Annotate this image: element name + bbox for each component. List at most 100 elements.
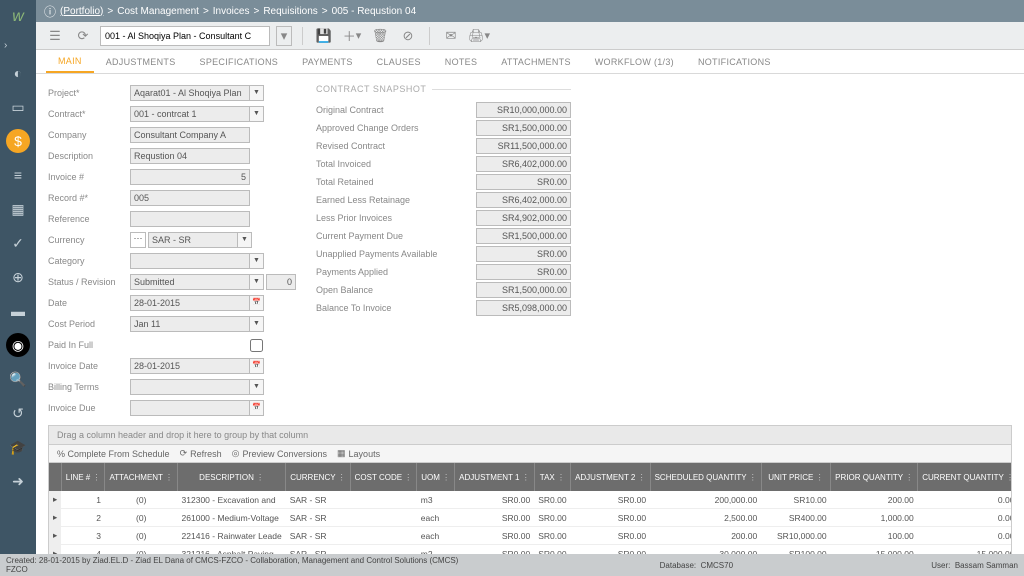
building-icon[interactable]: ▦ bbox=[6, 197, 30, 221]
table-row[interactable]: ▸2(0)261000 - Medium-VoltageSAR - SReach… bbox=[49, 509, 1011, 527]
field-input[interactable] bbox=[130, 358, 250, 374]
user-circle-icon[interactable]: ◉ bbox=[6, 333, 30, 357]
tab-attachments[interactable]: ATTACHMENTS bbox=[489, 50, 582, 73]
field-input[interactable] bbox=[130, 316, 250, 332]
tab-clauses[interactable]: CLAUSES bbox=[365, 50, 433, 73]
refresh-button[interactable]: ⟳ Refresh bbox=[180, 448, 222, 459]
checkbox[interactable] bbox=[250, 339, 263, 352]
col-header[interactable]: COST CODE ⋮ bbox=[350, 463, 417, 491]
pct-complete-button[interactable]: % Complete From Schedule bbox=[57, 449, 170, 459]
snapshot-total-invoiced: Total Invoiced bbox=[316, 155, 571, 173]
field-input[interactable] bbox=[148, 232, 238, 248]
field-input[interactable] bbox=[130, 127, 250, 143]
snapshot-label: Current Payment Due bbox=[316, 231, 476, 241]
check-icon[interactable]: ✓ bbox=[6, 231, 30, 255]
delete-icon[interactable]: 🗑 bbox=[369, 26, 391, 46]
academic-icon[interactable]: 🎓 bbox=[6, 435, 30, 459]
field-label: Project* bbox=[48, 88, 130, 98]
col-header[interactable]: PRIOR QUANTITY ⋮ bbox=[831, 463, 918, 491]
search-icon[interactable]: 🔍 bbox=[6, 367, 30, 391]
col-header[interactable]: UNIT PRICE ⋮ bbox=[761, 463, 830, 491]
field-label: Status / Revision bbox=[48, 277, 130, 287]
print-icon[interactable]: 🖨▾ bbox=[468, 26, 490, 46]
field-input[interactable] bbox=[130, 148, 250, 164]
field-label: Invoice Due bbox=[48, 403, 130, 413]
dropdown-icon[interactable]: ▼ bbox=[250, 106, 264, 122]
field-label: Company bbox=[48, 130, 130, 140]
col-header[interactable]: TAX ⋮ bbox=[534, 463, 570, 491]
cancel-icon[interactable]: ⊘ bbox=[397, 26, 419, 46]
briefcase-icon[interactable]: ▬ bbox=[6, 299, 30, 323]
field-input[interactable] bbox=[130, 400, 250, 416]
tab-payments[interactable]: PAYMENTS bbox=[290, 50, 365, 73]
preview-button[interactable]: ◎ Preview Conversions bbox=[232, 448, 327, 459]
col-header[interactable]: DESCRIPTION ⋮ bbox=[178, 463, 286, 491]
dropdown-icon[interactable]: ▼ bbox=[250, 85, 264, 101]
field-input[interactable] bbox=[130, 211, 250, 227]
col-header[interactable]: CURRENT QUANTITY ⋮ bbox=[918, 463, 1011, 491]
refresh-icon[interactable]: ⟳ bbox=[72, 26, 94, 46]
field-input[interactable] bbox=[130, 190, 250, 206]
tab-adjustments[interactable]: ADJUSTMENTS bbox=[94, 50, 188, 73]
menu-icon[interactable]: ☰ bbox=[44, 26, 66, 46]
field-reference: Reference bbox=[48, 210, 296, 228]
col-header[interactable]: ADJUSTMENT 1 ⋮ bbox=[455, 463, 535, 491]
calendar-icon[interactable]: 📅 bbox=[250, 358, 264, 374]
snapshot-label: Earned Less Retainage bbox=[316, 195, 476, 205]
calendar-icon[interactable]: 📅 bbox=[250, 295, 264, 311]
clipboard-icon[interactable]: ▭ bbox=[6, 95, 30, 119]
field-input[interactable] bbox=[130, 295, 250, 311]
field-invoice-: Invoice # bbox=[48, 168, 296, 186]
add-icon[interactable]: ＋▾ bbox=[341, 26, 363, 46]
list-icon[interactable]: ≡ bbox=[6, 163, 30, 187]
cost-icon[interactable]: $ bbox=[6, 129, 30, 153]
selector-dropdown-icon[interactable]: ▾ bbox=[276, 26, 292, 46]
lightbulb-icon[interactable]: ◐ bbox=[6, 61, 30, 85]
dropdown-icon[interactable]: ▼ bbox=[250, 379, 264, 395]
field-input[interactable] bbox=[130, 274, 250, 290]
record-selector[interactable] bbox=[100, 26, 270, 46]
layouts-button[interactable]: ▦ Layouts bbox=[337, 448, 380, 459]
field-input[interactable] bbox=[130, 379, 250, 395]
dropdown-icon[interactable]: ▼ bbox=[250, 253, 264, 269]
field-input[interactable] bbox=[130, 106, 250, 122]
dropdown-icon[interactable]: ▼ bbox=[250, 274, 264, 290]
mail-icon[interactable]: ✉ bbox=[440, 26, 462, 46]
table-row[interactable]: ▸1(0)312300 - Excavation andSAR - SRm3SR… bbox=[49, 491, 1011, 509]
expand-sidebar-icon[interactable]: › bbox=[4, 40, 7, 51]
save-icon[interactable]: 💾 bbox=[313, 26, 335, 46]
snapshot-earned-less-retainage: Earned Less Retainage bbox=[316, 191, 571, 209]
field-input[interactable] bbox=[130, 85, 250, 101]
col-header[interactable]: ATTACHMENT ⋮ bbox=[105, 463, 178, 491]
logout-icon[interactable]: ➜ bbox=[6, 469, 30, 493]
group-hint[interactable]: Drag a column header and drop it here to… bbox=[49, 426, 1011, 445]
tab-notes[interactable]: NOTES bbox=[433, 50, 490, 73]
field-invoice-date: Invoice Date📅 bbox=[48, 357, 296, 375]
tab-specifications[interactable]: SPECIFICATIONS bbox=[188, 50, 291, 73]
breadcrumb-root[interactable]: (Portfolio) bbox=[60, 6, 103, 17]
field-invoice-due: Invoice Due 📅 bbox=[48, 399, 296, 417]
history-icon[interactable]: ↺ bbox=[6, 401, 30, 425]
snapshot-label: Total Invoiced bbox=[316, 159, 476, 169]
calendar-icon[interactable]: 📅 bbox=[250, 400, 264, 416]
col-header[interactable]: ADJUSTMENT 2 ⋮ bbox=[571, 463, 651, 491]
lookup-icon[interactable]: ⋯ bbox=[130, 232, 146, 248]
col-header[interactable]: LINE # ⋮ bbox=[61, 463, 105, 491]
form-left: Project*▼Contract*▼CompanyDescriptionInv… bbox=[48, 84, 296, 417]
revision-input[interactable] bbox=[266, 274, 296, 290]
tab-workflow-1-3-[interactable]: WORKFLOW (1/3) bbox=[583, 50, 686, 73]
field-input[interactable] bbox=[130, 169, 250, 185]
dropdown-icon[interactable]: ▼ bbox=[250, 316, 264, 332]
info-icon[interactable]: ⓘ bbox=[44, 3, 56, 20]
table-row[interactable]: ▸3(0)221416 - Rainwater LeadeSAR - SReac… bbox=[49, 527, 1011, 545]
dropdown-icon[interactable]: ▼ bbox=[238, 232, 252, 248]
snapshot-value bbox=[476, 174, 571, 190]
col-header[interactable]: SCHEDULED QUANTITY ⋮ bbox=[650, 463, 761, 491]
col-header[interactable]: UOM ⋮ bbox=[417, 463, 455, 491]
tab-main[interactable]: MAIN bbox=[46, 50, 94, 73]
globe-icon[interactable]: ⊕ bbox=[6, 265, 30, 289]
field-input[interactable] bbox=[130, 253, 250, 269]
snapshot-label: Balance To Invoice bbox=[316, 303, 476, 313]
col-header[interactable]: CURRENCY ⋮ bbox=[286, 463, 350, 491]
tab-notifications[interactable]: NOTIFICATIONS bbox=[686, 50, 783, 73]
